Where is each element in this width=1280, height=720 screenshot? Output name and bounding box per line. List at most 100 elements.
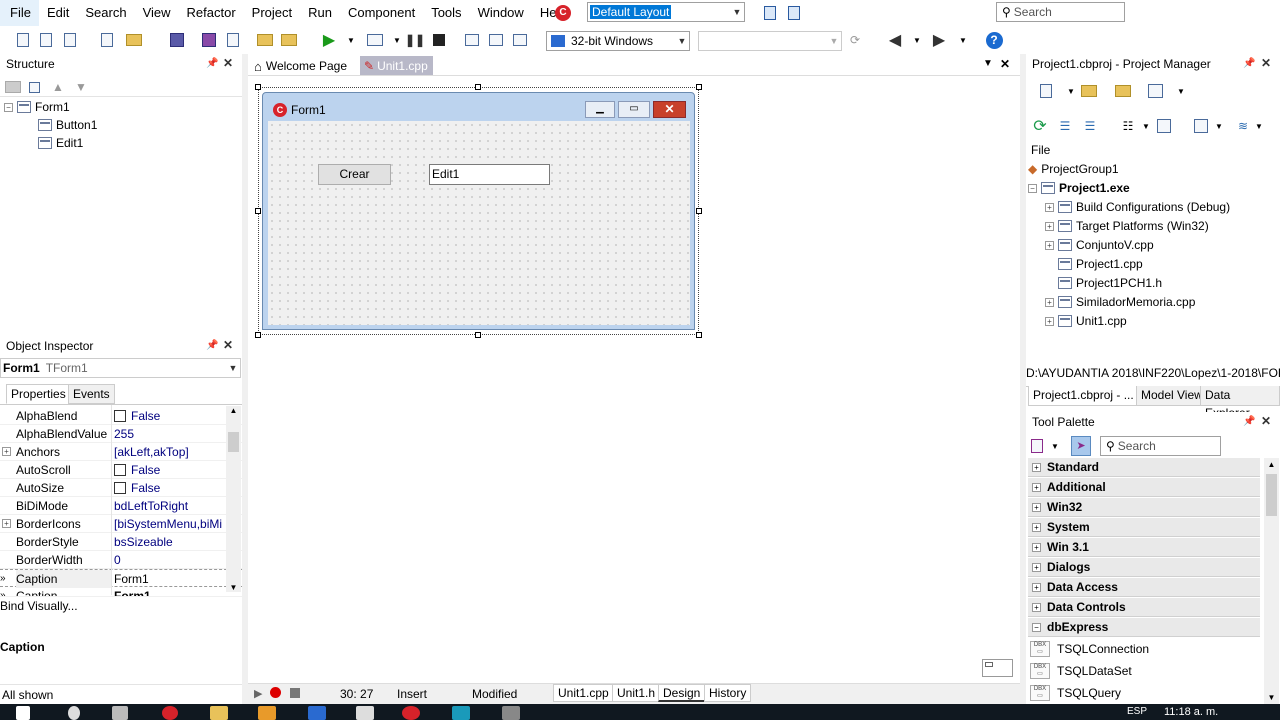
- collapse-icon[interactable]: ☰: [1081, 117, 1099, 135]
- expand-icon[interactable]: +: [1032, 602, 1041, 612]
- palette-search-input[interactable]: ⚲ Search: [1100, 436, 1221, 456]
- menu-search[interactable]: Search: [77, 0, 134, 26]
- resize-handle[interactable]: [255, 332, 261, 338]
- tab-events[interactable]: Events: [68, 384, 115, 404]
- scroll-down-icon[interactable]: ▼: [226, 583, 241, 592]
- step-over-icon[interactable]: [463, 31, 481, 49]
- forward-icon[interactable]: ▶: [930, 31, 948, 49]
- project-exe[interactable]: − Project1.exe: [1028, 179, 1130, 197]
- scroll-up-icon[interactable]: ▲: [1264, 460, 1279, 469]
- add-to-project-icon[interactable]: [256, 31, 274, 49]
- save-desktop-icon[interactable]: [761, 4, 779, 22]
- scroll-thumb[interactable]: [1266, 474, 1277, 516]
- platform-combo[interactable]: 32-bit Windows ▼: [546, 31, 690, 51]
- build-icon[interactable]: [1155, 117, 1173, 135]
- checkbox[interactable]: [114, 410, 126, 422]
- close-icon[interactable]: ✕: [653, 101, 686, 118]
- palette-category[interactable]: + Dialogs: [1028, 558, 1260, 577]
- property-value[interactable]: False: [114, 461, 226, 479]
- tab-properties[interactable]: Properties: [6, 384, 71, 404]
- dropdown-icon[interactable]: ▼: [1210, 117, 1228, 135]
- scrollbar[interactable]: ▲ ▼: [226, 406, 241, 592]
- edit1-field[interactable]: Edit1: [429, 164, 550, 185]
- config-combo[interactable]: ▼: [698, 31, 842, 51]
- run-dropdown-icon[interactable]: ▼: [342, 31, 360, 49]
- property-row[interactable]: AutoSize False: [0, 479, 242, 497]
- dropdown-icon[interactable]: ▼: [1250, 117, 1268, 135]
- property-value[interactable]: False: [114, 479, 226, 497]
- view-icon[interactable]: [1146, 82, 1164, 100]
- search-icon[interactable]: [68, 706, 80, 720]
- palette-category[interactable]: + Win 3.1: [1028, 538, 1260, 557]
- scrollbar[interactable]: ▲ ▼: [1264, 458, 1279, 704]
- property-row[interactable]: AlphaBlend False: [0, 407, 242, 425]
- expand-icon[interactable]: +: [1045, 240, 1054, 250]
- trace-into-icon[interactable]: [487, 31, 505, 49]
- project-group[interactable]: ◆ ProjectGroup1: [1028, 160, 1119, 178]
- add-folder-icon[interactable]: [1080, 82, 1098, 100]
- back-icon[interactable]: ◀: [886, 31, 904, 49]
- palette-component[interactable]: DBX ▭ TSQLConnection: [1030, 638, 1149, 660]
- ide-search-input[interactable]: ⚲ Search: [996, 2, 1125, 22]
- project-item[interactable]: +Project1.cpp: [1045, 255, 1143, 273]
- remove-from-project-icon[interactable]: [280, 31, 298, 49]
- scroll-down-icon[interactable]: ▼: [1264, 693, 1279, 702]
- expand-icon[interactable]: +: [1045, 202, 1054, 212]
- file-explorer-icon[interactable]: [210, 706, 228, 720]
- menu-window[interactable]: Window: [470, 0, 532, 26]
- play-macro-icon[interactable]: ▶: [254, 687, 262, 700]
- tab-unit1-cpp[interactable]: ✎ Unit1.cpp: [360, 56, 433, 75]
- save-all-icon[interactable]: [61, 31, 79, 49]
- structure-item-edit1[interactable]: Edit1: [38, 134, 83, 152]
- dropdown-icon[interactable]: ▼: [1062, 82, 1080, 100]
- close-icon[interactable]: ✕: [223, 56, 233, 70]
- pin-icon[interactable]: 📌: [1243, 416, 1255, 427]
- expand-icon[interactable]: +: [1032, 582, 1041, 592]
- menu-refactor[interactable]: Refactor: [179, 0, 244, 26]
- dropdown-icon[interactable]: ▼: [1046, 437, 1064, 455]
- project-item[interactable]: + Build Configurations (Debug): [1045, 198, 1230, 216]
- resize-handle[interactable]: [696, 332, 702, 338]
- cbuilder-running-icon[interactable]: [402, 706, 420, 720]
- language-indicator[interactable]: ESP: [1127, 706, 1147, 717]
- tab-project-manager[interactable]: Project1.cbproj - ...: [1028, 386, 1139, 406]
- open-project-icon[interactable]: [125, 31, 143, 49]
- tab-history[interactable]: History: [704, 684, 752, 702]
- menu-view[interactable]: View: [135, 0, 179, 26]
- new-project-icon[interactable]: [1037, 82, 1055, 100]
- app-icon[interactable]: [502, 706, 520, 720]
- stop-icon[interactable]: [430, 31, 448, 49]
- property-row[interactable]: + Anchors [akLeft,akTop]: [0, 443, 242, 461]
- dropdown-icon[interactable]: ▼: [1137, 117, 1155, 135]
- open-folder-icon[interactable]: [1114, 82, 1132, 100]
- close-icon[interactable]: ✕: [1261, 414, 1271, 428]
- move-up-icon[interactable]: ▲: [49, 78, 67, 96]
- collapse-all-icon[interactable]: [25, 78, 43, 96]
- help-icon[interactable]: ?: [985, 31, 1003, 49]
- tab-unit1-h[interactable]: Unit1.h: [612, 684, 661, 702]
- property-row[interactable]: AlphaBlendValue 255: [0, 425, 242, 443]
- expand-icon[interactable]: +: [1032, 562, 1041, 572]
- expand-icon[interactable]: +: [1032, 462, 1041, 472]
- checkbox[interactable]: [114, 464, 126, 476]
- record-macro-icon[interactable]: [270, 687, 281, 698]
- property-row[interactable]: BorderStyle bsSizeable: [0, 533, 242, 551]
- palette-category[interactable]: + Standard: [1028, 458, 1260, 477]
- scroll-up-icon[interactable]: ▲: [226, 406, 241, 415]
- project-item[interactable]: + ConjuntoV.cpp: [1045, 236, 1154, 254]
- expand-icon[interactable]: +: [2, 447, 11, 456]
- property-value[interactable]: 0: [114, 551, 226, 569]
- close-all-icon[interactable]: [224, 31, 242, 49]
- structure-root[interactable]: − Form1: [4, 98, 70, 116]
- resize-handle[interactable]: [255, 208, 261, 214]
- cbuilder-taskbar-icon[interactable]: [162, 706, 178, 720]
- menu-edit[interactable]: Edit: [39, 0, 77, 26]
- form-client-area[interactable]: [268, 121, 690, 325]
- bind-visually-link[interactable]: Bind Visually...: [0, 596, 242, 618]
- resize-handle[interactable]: [696, 84, 702, 90]
- palette-categories-icon[interactable]: [1028, 437, 1046, 455]
- resize-handle[interactable]: [255, 84, 261, 90]
- palette-category[interactable]: + Additional: [1028, 478, 1260, 497]
- expand-icon[interactable]: +: [1045, 297, 1054, 307]
- menu-run[interactable]: Run: [300, 0, 340, 26]
